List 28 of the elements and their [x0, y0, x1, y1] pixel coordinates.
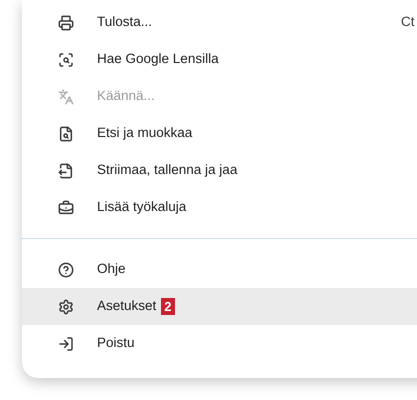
menu-label: Striimaa, tallenna ja jaa: [97, 161, 238, 180]
lens-icon: [58, 52, 74, 68]
exit-icon: [58, 336, 74, 352]
menu-item[interactable]: Tulosta... Ct: [22, 4, 417, 41]
menu-label: Poistu: [97, 334, 135, 352]
menu-label: Hae Google Lensilla: [97, 50, 219, 68]
document-arrow-icon: [58, 162, 74, 178]
number-badge: 2: [161, 298, 175, 315]
menu-label: Etsi ja muokkaa: [97, 124, 192, 142]
menu-item[interactable]: Etsi ja muokkaa: [22, 115, 417, 152]
menu-label: Ohje: [97, 260, 126, 278]
menu-label: Tulosta...: [97, 13, 152, 32]
menu-label: Lisää työkaluja: [97, 198, 186, 216]
menu-label: Käännä...: [97, 87, 155, 106]
document-search-icon: [58, 126, 74, 142]
menu-item[interactable]: Striimaa, tallenna ja jaa: [22, 152, 417, 189]
menu-item[interactable]: Asetukset 2: [22, 288, 417, 325]
menu-item[interactable]: Ohje: [22, 251, 417, 288]
printer-icon: [58, 14, 74, 30]
settings-icon: [58, 298, 74, 314]
menu-item[interactable]: Hae Google Lensilla: [22, 41, 417, 78]
briefcase-icon: [58, 200, 74, 216]
translate-icon: [58, 88, 74, 104]
menu-label: Asetukset: [97, 297, 156, 316]
shortcut-text: Ct: [400, 13, 416, 32]
menu-item[interactable]: Poistu: [22, 325, 417, 362]
menu-item[interactable]: Lisää työkaluja: [22, 189, 417, 226]
help-icon: [58, 262, 74, 278]
